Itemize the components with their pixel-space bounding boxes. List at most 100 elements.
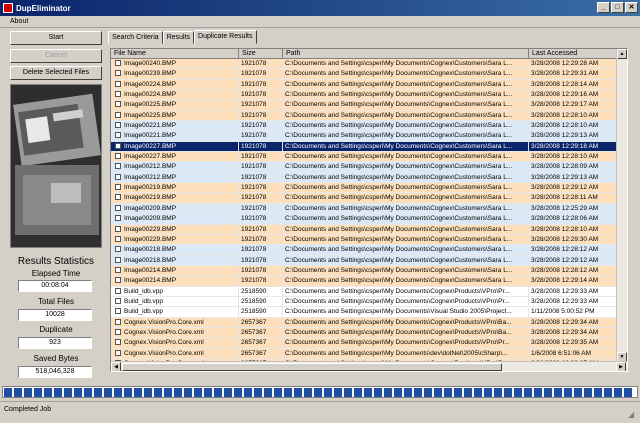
- table-row[interactable]: Image00227.BMP 1921078 C:\Documents and Se…: [111, 141, 617, 153]
- close-icon[interactable]: ✕: [625, 2, 638, 13]
- table-row[interactable]: Image00229.BMP 1921078 C:\Documents and Se…: [111, 224, 617, 235]
- maximize-icon[interactable]: □: [611, 2, 624, 13]
- tab-results[interactable]: Results: [162, 31, 195, 44]
- checkbox-icon[interactable]: [115, 349, 121, 356]
- scroll-right-icon[interactable]: ▶: [616, 362, 626, 371]
- file-name-cell: Image00224.BMP: [111, 90, 239, 100]
- last-accessed-cell: 1/11/2008 5:00:52 PM: [529, 307, 617, 317]
- table-row[interactable]: Image00239.BMP 1921078 C:\Documents and Se…: [111, 69, 617, 80]
- checkbox-icon[interactable]: [115, 111, 121, 118]
- table-row[interactable]: Cognex.VisionPro.Core.xml 2657367C:\Docum…: [111, 317, 617, 328]
- checkbox-icon[interactable]: [115, 235, 121, 242]
- checkbox-icon[interactable]: [115, 287, 121, 294]
- checkbox-icon[interactable]: [115, 328, 121, 335]
- size-cell: 1921078: [239, 276, 283, 286]
- table-row[interactable]: Build_idb.vpp 2518590 C:\Documents and Set…: [111, 286, 617, 297]
- progress-block: [484, 388, 492, 397]
- table-row[interactable]: Cognex.VisionPro.Core.xml 2657367C:\Docum…: [111, 338, 617, 349]
- checkbox-icon[interactable]: [115, 297, 121, 304]
- table-row[interactable]: Image00224.BMP 1921078 C:\Documents and Se…: [111, 90, 617, 101]
- progress-block: [214, 388, 222, 397]
- progress-block: [584, 388, 592, 397]
- delete-selected-button[interactable]: Delete Selected Files: [10, 66, 102, 80]
- table-row[interactable]: Image00214.BMP 1921078 C:\Documents and Se…: [111, 276, 617, 287]
- table-row[interactable]: Image00209.BMP 1921078 C:\Documents and Se…: [111, 203, 617, 215]
- table-row[interactable]: Image00240.BMP 1921078 C:\Documents and Se…: [111, 59, 617, 70]
- horizontal-scroll-thumb[interactable]: [122, 363, 502, 371]
- path-cell: C:\Documents and Settings\csperi\My Docu…: [283, 172, 529, 183]
- status-bar: Completed Job ◢: [0, 401, 640, 419]
- checkbox-icon[interactable]: [115, 163, 121, 170]
- start-button[interactable]: Start: [10, 31, 102, 45]
- path-cell: C:\Documents and Settings\csperi\My Docu…: [283, 69, 529, 79]
- column-header-size[interactable]: Size: [239, 49, 283, 59]
- column-header-last-accessed[interactable]: Last Accessed: [529, 49, 617, 59]
- table-row[interactable]: Image00227.BMP 1921078 C:\Documents and Se…: [111, 152, 617, 163]
- table-row[interactable]: Image00225.BMP 1921078 C:\Documents and Se…: [111, 100, 617, 111]
- table-row[interactable]: Image00221.BMP 1921078 C:\Documents and Se…: [111, 121, 617, 132]
- table-row[interactable]: Image00221.BMP 1921078 C:\Documents and Se…: [111, 131, 617, 142]
- table-row[interactable]: Image00212.BMP 1921078 C:\Documents and Se…: [111, 162, 617, 173]
- checkbox-icon[interactable]: [115, 318, 121, 325]
- file-name: Image00240.BMP: [124, 60, 177, 67]
- tab-duplicate-results[interactable]: Duplicate Results: [194, 30, 257, 44]
- checkbox-icon[interactable]: [115, 184, 121, 191]
- progress-block: [174, 388, 182, 397]
- checkbox-icon[interactable]: [115, 246, 121, 253]
- table-row[interactable]: Cognex.VisionPro.Core.xml 2657367C:\Docum…: [111, 348, 617, 359]
- table-row[interactable]: Cognex.VisionPro.Core.xml 2657367C:\Docum…: [111, 327, 617, 339]
- path-cell: C:\Documents and Settings\csperi\My Docu…: [283, 327, 529, 338]
- size-grip-icon[interactable]: ◢: [628, 407, 638, 419]
- file-name: Image00221.BMP: [124, 122, 177, 130]
- table-row[interactable]: Image00209.BMP 1921078 C:\Documents and Se…: [111, 214, 617, 225]
- checkbox-icon[interactable]: [115, 80, 121, 87]
- progress-block: [434, 388, 442, 397]
- checkbox-icon[interactable]: [115, 204, 121, 211]
- scroll-left-icon[interactable]: ◀: [111, 362, 121, 371]
- checkbox-icon[interactable]: [115, 266, 121, 273]
- cancel-button[interactable]: Cancel: [10, 49, 102, 63]
- checkbox-icon[interactable]: [115, 122, 121, 129]
- table-row[interactable]: Image00219.BMP 1921078 C:\Documents and Se…: [111, 183, 617, 194]
- checkbox-icon[interactable]: [115, 142, 121, 149]
- table-row[interactable]: Build_idb.vpp 2518590 C:\Documents and Set…: [111, 296, 617, 308]
- checkbox-icon[interactable]: [115, 194, 121, 201]
- progress-block: [254, 388, 262, 397]
- tab-search-criteria[interactable]: Search Criteria: [108, 31, 163, 44]
- checkbox-icon[interactable]: [115, 308, 121, 315]
- checkbox-icon[interactable]: [115, 70, 121, 77]
- table-row[interactable]: Image00218.BMP 1921078 C:\Documents and Se…: [111, 245, 617, 256]
- table-row[interactable]: Image00214.BMP 1921078 C:\Documents and Se…: [111, 265, 617, 277]
- table-row[interactable]: Image00229.BMP 1921078 C:\Documents and Se…: [111, 234, 617, 246]
- menu-about[interactable]: About: [10, 18, 28, 25]
- table-row[interactable]: Image00212.BMP 1921078 C:\Documents and Se…: [111, 172, 617, 184]
- table-row[interactable]: Image00225.BMP 1921078 C:\Documents and Se…: [111, 110, 617, 122]
- progress-block: [344, 388, 352, 397]
- minimize-icon[interactable]: _: [597, 2, 610, 13]
- duplicate-results-grid: File Name Size Path Last Accessed Image0…: [110, 48, 628, 372]
- checkbox-icon[interactable]: [115, 132, 121, 139]
- table-row[interactable]: Image00218.BMP 1921078 C:\Documents and Se…: [111, 255, 617, 266]
- column-header-file-name[interactable]: File Name: [111, 49, 239, 59]
- table-row[interactable]: Image00224.BMP 1921078 C:\Documents and Se…: [111, 79, 617, 91]
- table-row[interactable]: Build_idb.vpp 2518590 C:\Documents and Set…: [111, 307, 617, 318]
- progress-block: [24, 388, 32, 397]
- checkbox-icon[interactable]: [115, 91, 121, 98]
- path-cell: C:\Documents and Settings\csperi\My Docu…: [283, 121, 529, 131]
- checkbox-icon[interactable]: [115, 339, 121, 346]
- vertical-scrollbar[interactable]: ▲ ▼: [616, 49, 627, 362]
- scroll-up-icon[interactable]: ▲: [617, 49, 627, 59]
- checkbox-icon[interactable]: [115, 215, 121, 222]
- horizontal-scrollbar[interactable]: ◀ ▶: [111, 361, 627, 371]
- checkbox-icon[interactable]: [115, 173, 121, 180]
- checkbox-icon[interactable]: [115, 256, 121, 263]
- table-row[interactable]: Image00219.BMP 1921078 C:\Documents and Se…: [111, 193, 617, 204]
- column-header-path[interactable]: Path: [283, 49, 529, 59]
- checkbox-icon[interactable]: [115, 60, 121, 66]
- duplicate-label: Duplicate: [39, 325, 73, 334]
- checkbox-icon[interactable]: [115, 153, 121, 160]
- checkbox-icon[interactable]: [115, 225, 121, 232]
- file-name-cell: Image00219.BMP: [111, 183, 239, 193]
- checkbox-icon[interactable]: [115, 277, 121, 284]
- checkbox-icon[interactable]: [115, 101, 121, 108]
